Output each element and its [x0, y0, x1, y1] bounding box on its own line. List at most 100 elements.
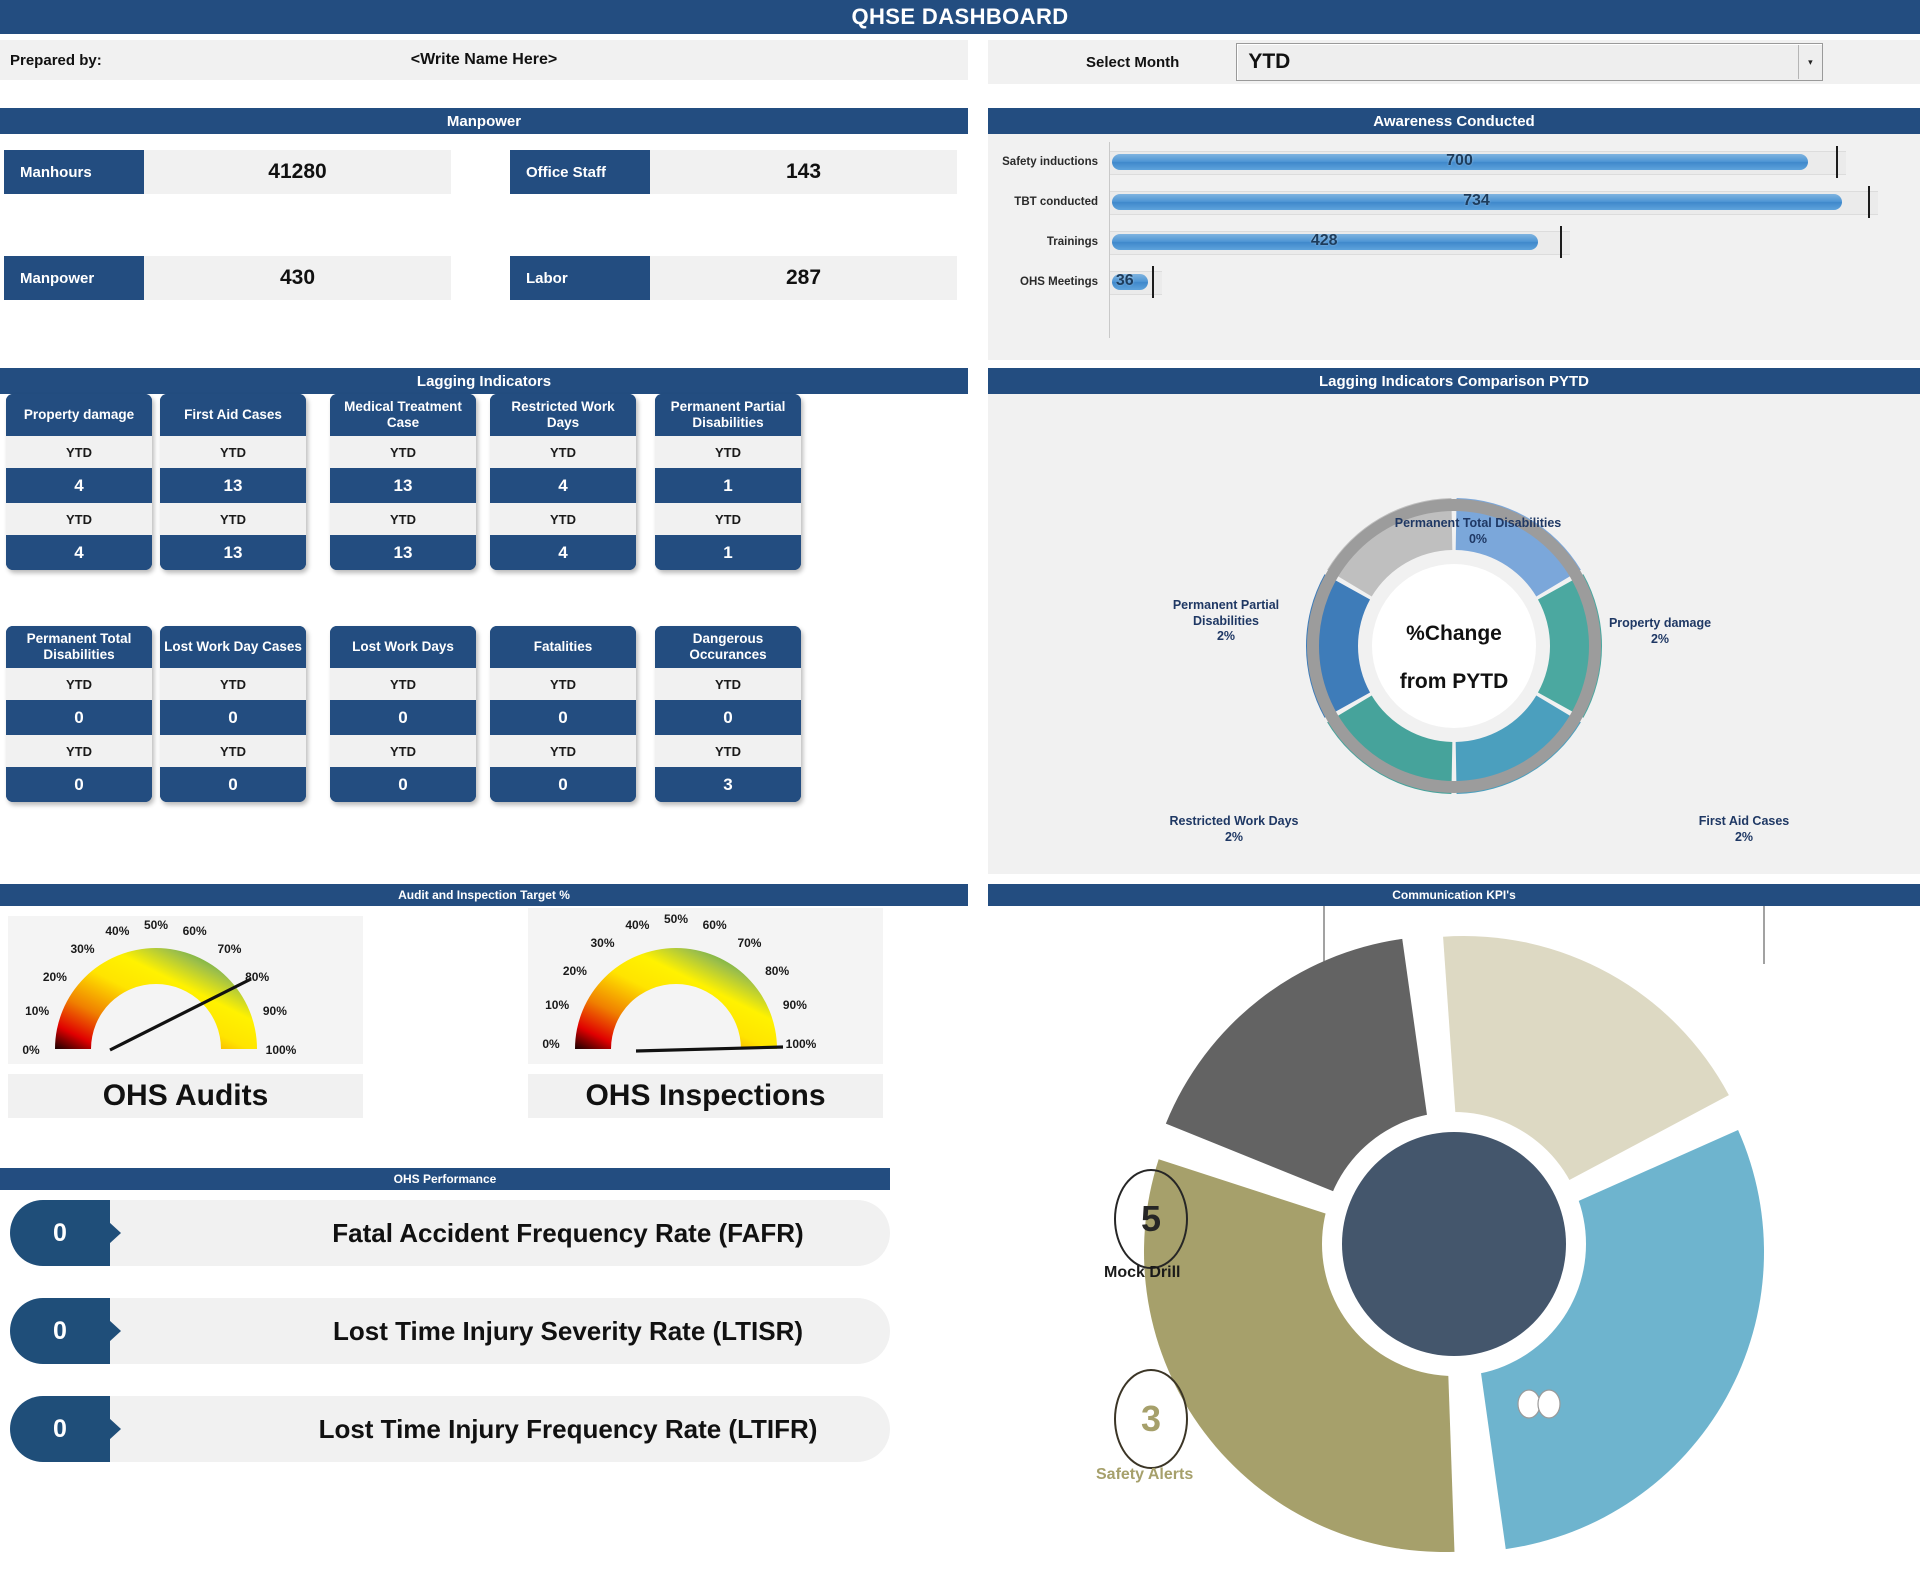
lagging-card-period: YTD: [6, 503, 152, 535]
lagging-card-period: YTD: [655, 735, 801, 767]
performance-section-title: OHS Performance: [393, 1172, 497, 1186]
lagging-card-title: Dangerous Occurances: [655, 626, 801, 668]
awareness-target-marker: [1836, 146, 1839, 178]
gauge-tick-label: 20%: [42, 969, 67, 984]
lagging-card-period: YTD: [655, 503, 801, 535]
performance-row: Lost Time Injury Frequency Rate (LTIFR) 0: [10, 1396, 890, 1462]
audit-section-header: Audit and Inspection Target %: [0, 884, 968, 906]
lagging-card-value: 0: [160, 700, 306, 735]
donut-slice-label: First Aid Cases 2%: [1659, 814, 1829, 845]
lagging-card-period: YTD: [6, 668, 152, 700]
gauge-tick-label: 0%: [22, 1043, 40, 1057]
communication-kpi-chart: 5Mock Drill5OHS Campaigns3Safety Alerts2…: [988, 809, 1920, 1567]
kpi-caption: Safety Alerts: [1096, 1466, 1194, 1483]
awareness-bar-value: 36: [1115, 272, 1134, 289]
select-month-dropdown[interactable]: YTD ▾: [1236, 43, 1824, 81]
manpower-section-body: Manhours 41280 Office Staff 143 Manpower…: [0, 134, 968, 300]
kpi-connector-dot: [1517, 1389, 1541, 1419]
lagging-indicator-card[interactable]: Lost Work Days YTD 0 YTD 0: [330, 626, 476, 802]
lagging-card-value: 4: [6, 535, 152, 570]
gauge-tick-label: 50%: [143, 918, 169, 932]
lagging-indicator-card[interactable]: Dangerous Occurances YTD 0 YTD 3: [655, 626, 801, 802]
lagging-card-title: Property damage: [6, 394, 152, 436]
lagging-card-value: 3: [655, 767, 801, 802]
manpower-tile-value: 143: [650, 150, 957, 194]
performance-label: Lost Time Injury Severity Rate (LTISR): [332, 1315, 804, 1346]
awareness-bar-label: TBT conducted: [1014, 196, 1098, 208]
lagging-section-header: Lagging Indicators: [0, 368, 968, 394]
lagging-indicator-card[interactable]: First Aid Cases YTD 13 YTD 13: [160, 394, 306, 570]
lagging-card-period: YTD: [160, 668, 306, 700]
kpi-value-badge[interactable]: 3: [1114, 1369, 1188, 1469]
gauge-tick-label: 100%: [265, 1043, 297, 1057]
lagging-card-value: 0: [160, 767, 306, 802]
manpower-section-header: Manpower: [0, 108, 968, 134]
lagging-indicator-card[interactable]: Lost Work Day Cases YTD 0 YTD 0: [160, 626, 306, 802]
manpower-section-title: Manpower: [446, 112, 522, 130]
lagging-card-value: 4: [6, 468, 152, 503]
lagging-card-period: YTD: [490, 436, 636, 468]
gauge-tick-label: 10%: [25, 1004, 50, 1019]
awareness-bar-value: 734: [1463, 192, 1490, 209]
performance-row: Lost Time Injury Severity Rate (LTISR) 0: [10, 1298, 890, 1364]
comm-hub: [1342, 1132, 1566, 1356]
awareness-bar-row: OHS Meetings 36: [988, 262, 1920, 302]
awareness-section-header: Awareness Conducted: [988, 108, 1920, 134]
lagging-card-value: 0: [6, 767, 152, 802]
lagging-card-period: YTD: [655, 668, 801, 700]
donut-label-text: Permanent Partial Disabilities: [1172, 598, 1280, 628]
dashboard-title-bar: QHSE DASHBOARD: [0, 0, 1920, 34]
gauge-tick-label: 40%: [105, 924, 130, 939]
gauge-tick-label: 90%: [262, 1004, 287, 1019]
lagging-indicator-card[interactable]: Permanent Total Disabilities YTD 0 YTD 0: [6, 626, 152, 802]
donut-slice-label: Permanent Total Disabilities 0%: [1368, 516, 1588, 547]
manpower-tile-key: Labor: [510, 256, 650, 300]
gauge-tick-label: 100%: [785, 1037, 817, 1051]
manpower-tile-value: 430: [144, 256, 451, 300]
performance-rows-container: Fatal Accident Frequency Rate (FAFR) 0 Los…: [0, 1190, 890, 1567]
lagging-card-value: 13: [160, 535, 306, 570]
manpower-tile-key: Office Staff: [510, 150, 650, 194]
gauge-arc: [575, 948, 777, 1049]
lagging-cards-container: Property damage YTD 4 YTD 4 First Aid Cases YT…: [0, 394, 968, 874]
awareness-target-marker: [1151, 266, 1154, 298]
lagging-card-period: YTD: [330, 503, 476, 535]
gauge-needle: [635, 1045, 784, 1053]
chevron-down-icon[interactable]: ▾: [1798, 45, 1822, 79]
lagging-indicator-card[interactable]: Fatalities YTD 0 YTD 0: [490, 626, 636, 802]
ohs-audits-caption: OHS Audits: [8, 1074, 363, 1118]
prepared-by-label: Prepared by:: [10, 51, 102, 69]
lagging-card-period: YTD: [160, 735, 306, 767]
prepared-by-value[interactable]: <Write Name Here>: [411, 51, 557, 69]
donut-label-value: 2%: [1224, 829, 1244, 844]
lagging-card-period: YTD: [160, 503, 306, 535]
performance-value-badge: 0: [10, 1298, 121, 1364]
select-month-label: Select Month: [1086, 53, 1180, 71]
lagging-card-title: Restricted Work Days: [490, 394, 636, 436]
lagging-indicator-card[interactable]: Restricted Work Days YTD 4 YTD 4: [490, 394, 636, 570]
gauge-tick-label: 40%: [625, 918, 650, 933]
awareness-bar-label: Trainings: [1046, 236, 1098, 248]
lagging-card-title: First Aid Cases: [160, 394, 306, 436]
ohs-audits-gauge: [8, 916, 363, 1064]
lagging-card-period: YTD: [330, 436, 476, 468]
donut-label-text: Property damage: [1608, 616, 1712, 630]
audit-gauges-container: OHS Audits OHS Inspections 0% 10% 20% 30% 40…: [0, 906, 968, 1166]
gauge-tick-label: 30%: [590, 935, 615, 950]
lagging-indicator-card[interactable]: Medical Treatment Case YTD 13 YTD 13: [330, 394, 476, 570]
lagging-card-value: 0: [655, 700, 801, 735]
lagging-card-value: 1: [655, 468, 801, 503]
performance-section-header: OHS Performance: [0, 1168, 890, 1190]
gauge-tick-label: 30%: [70, 941, 95, 956]
lagging-indicator-card[interactable]: Permanent Partial Disabilities YTD 1 YTD 1: [655, 394, 801, 570]
page-title: QHSE DASHBOARD: [851, 4, 1069, 29]
donut-slice-label: Restricted Work Days 2%: [1139, 814, 1329, 845]
kpi-value-badge[interactable]: 5: [1114, 1169, 1188, 1269]
lagging-indicator-card[interactable]: Property damage YTD 4 YTD 4: [6, 394, 152, 570]
lagging-card-value: 0: [330, 700, 476, 735]
lagging-card-title: Permanent Partial Disabilities: [655, 394, 801, 436]
donut-label-value: 2%: [1216, 629, 1236, 644]
lagging-card-value: 13: [330, 535, 476, 570]
lagging-card-title: Permanent Total Disabilities: [6, 626, 152, 668]
lagging-card-value: 0: [330, 767, 476, 802]
